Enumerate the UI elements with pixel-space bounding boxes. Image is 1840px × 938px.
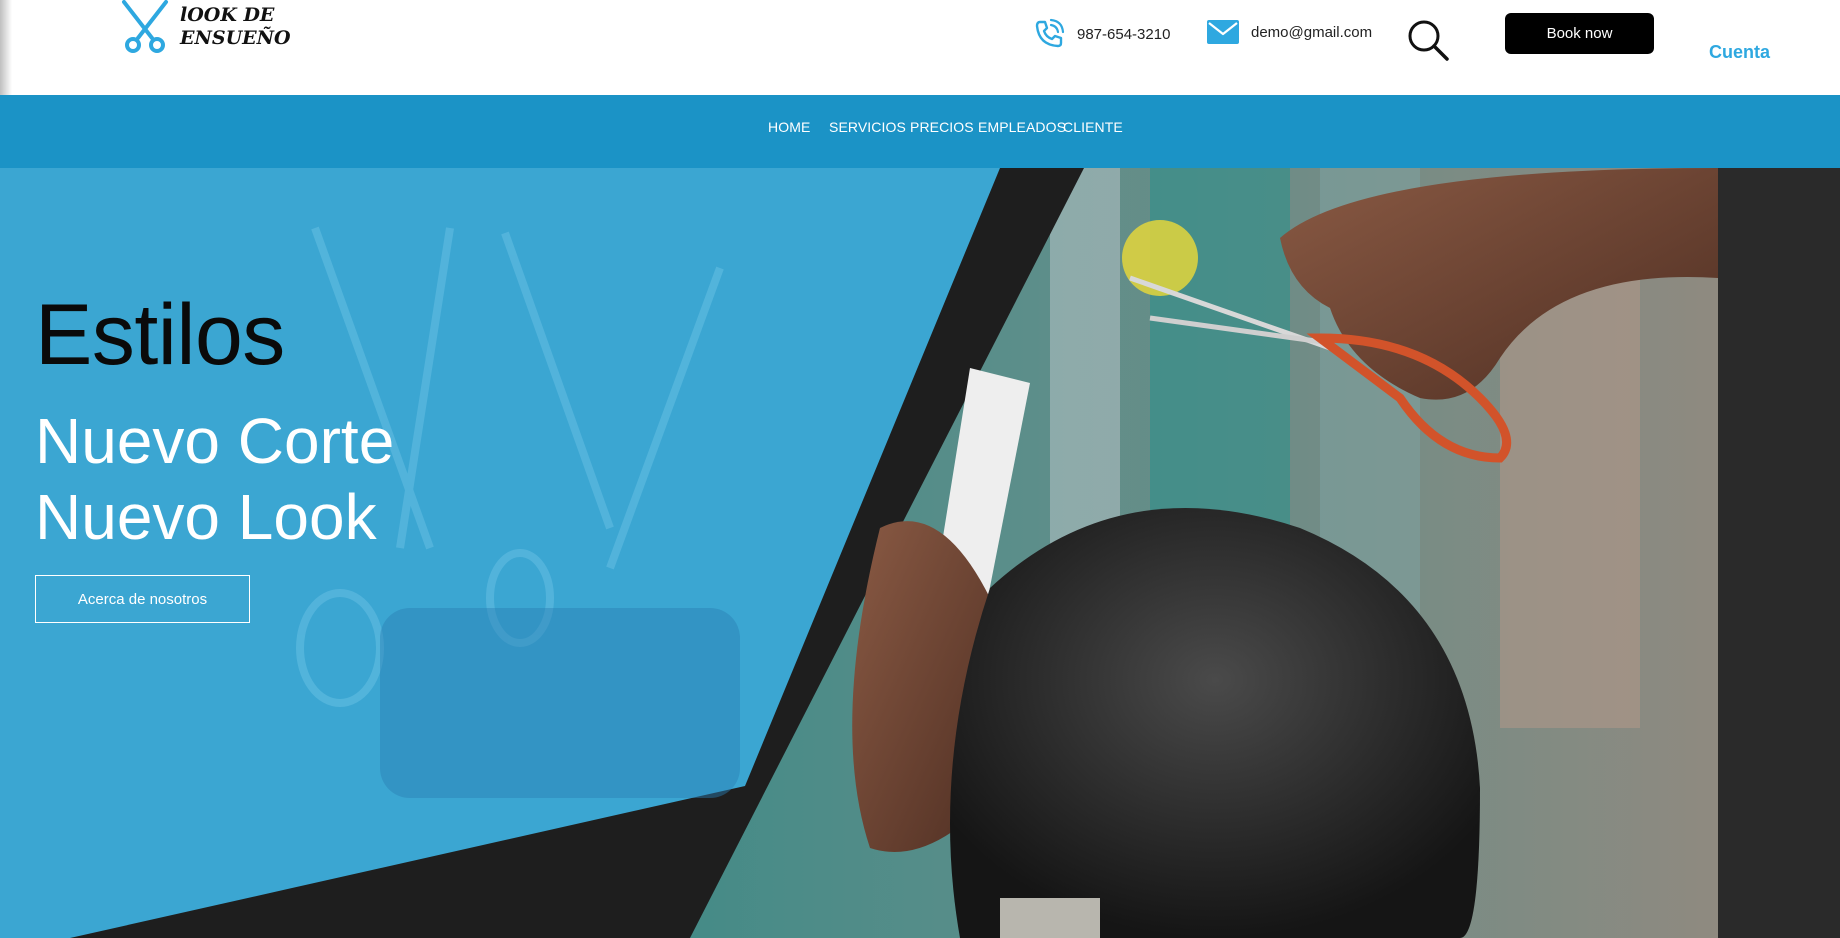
mail-icon	[1207, 20, 1239, 44]
scissors-icon	[122, 0, 168, 53]
brand-name-line2: ENSUEÑO	[180, 27, 291, 49]
hero-title: Estilos	[35, 287, 285, 383]
nav-item-cliente[interactable]: CLIENTE	[1063, 119, 1123, 135]
left-edge-shadow	[0, 0, 12, 95]
brand-name: lOOK DE ENSUEÑO	[180, 4, 291, 50]
right-gutter	[1718, 168, 1840, 938]
brand-logo[interactable]: lOOK DE ENSUEÑO	[118, 0, 291, 56]
email-contact[interactable]: demo@gmail.com	[1207, 20, 1372, 44]
nav-item-precios[interactable]: PRECIOS	[910, 119, 974, 135]
email-address: demo@gmail.com	[1251, 23, 1373, 41]
phone-icon	[1035, 18, 1065, 48]
about-us-button[interactable]: Acerca de nosotros	[35, 575, 250, 623]
account-link[interactable]: Cuenta	[1709, 42, 1770, 63]
nav-item-servicios[interactable]: SERVICIOS	[829, 119, 906, 135]
hero-subtitle-line1: Nuevo Corte	[35, 405, 395, 477]
main-nav: HOME SERVICIOS PRECIOS EMPLEADOS CLIENTE	[0, 95, 1840, 168]
hero-subtitle-line2: Nuevo Look	[35, 481, 377, 553]
phone-contact[interactable]: 987-654-3210	[1033, 18, 1170, 50]
search-icon[interactable]	[1406, 18, 1450, 62]
nav-item-empleados[interactable]: EMPLEADOS	[978, 119, 1066, 135]
site-header: lOOK DE ENSUEÑO 987-654-3210 demo@gmail.…	[0, 0, 1840, 95]
brand-name-line1: lOOK DE	[180, 4, 275, 26]
nav-item-home[interactable]: HOME	[768, 119, 810, 135]
hero-banner: Estilos Nuevo Corte Nuevo Look Acerca de…	[0, 168, 1718, 938]
book-now-button[interactable]: Book now	[1505, 13, 1654, 54]
phone-number: 987-654-3210	[1077, 25, 1171, 43]
